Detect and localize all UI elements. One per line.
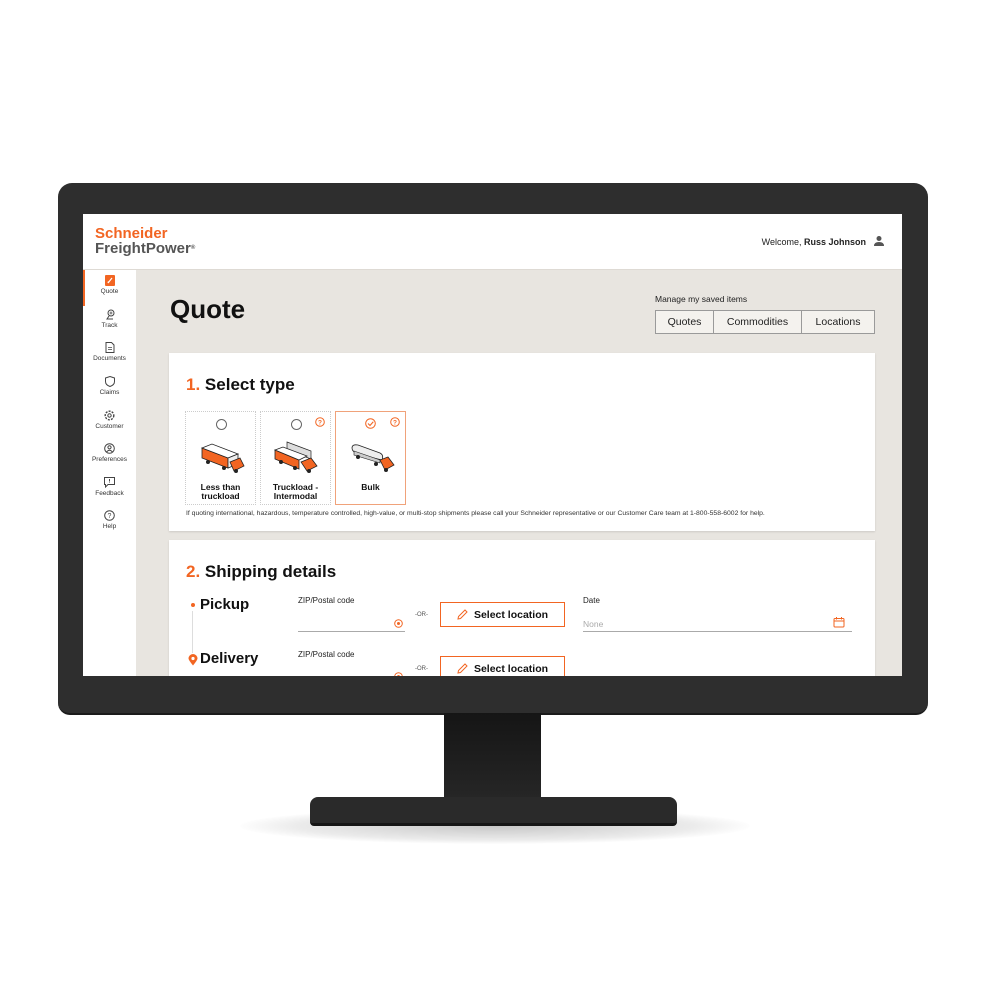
calendar-icon[interactable] — [833, 616, 845, 628]
svg-text:?: ? — [318, 420, 322, 427]
or-separator: -OR- — [415, 612, 428, 618]
shield-icon — [104, 376, 115, 387]
location-target-icon[interactable] — [394, 672, 403, 676]
welcome-prefix: Welcome, — [761, 237, 804, 247]
date-underline — [583, 631, 852, 632]
pickup-select-location-button[interactable]: Select location — [440, 602, 565, 627]
delivery-zip-label: ZIP/Postal code — [298, 650, 355, 659]
sidebar-item-label: Claims — [99, 389, 120, 396]
gear-icon — [104, 410, 115, 421]
date-label: Date — [583, 596, 600, 605]
sidebar-item-track[interactable]: Track — [83, 309, 136, 329]
type-option-bulk[interactable]: ? Bulk — [335, 411, 406, 505]
monitor-neck — [444, 713, 541, 798]
step-title: Shipping details — [204, 562, 337, 581]
step-title: Select type — [204, 375, 295, 394]
sidebar-item-customer[interactable]: Customer — [83, 410, 136, 430]
button-label: Select location — [473, 608, 549, 621]
shipping-heading: 2. Shipping details — [186, 562, 336, 582]
sidebar-item-label: Customer — [95, 423, 124, 430]
option-label: Less than truckload — [200, 482, 241, 501]
saved-items-group: Quotes Commodities Locations — [655, 310, 875, 334]
commodities-button[interactable]: Commodities — [714, 310, 802, 334]
option-label: Truckload - Intermodal — [272, 482, 319, 501]
check-circle-icon[interactable] — [365, 418, 376, 429]
app-screen: Schneider FreightPower® Welcome, Russ Jo… — [83, 214, 902, 676]
truck-icon — [273, 441, 318, 473]
pencil-icon — [457, 609, 468, 620]
logo-freightpower: FreightPower — [95, 240, 191, 257]
svg-text:?: ? — [393, 420, 397, 427]
documents-icon — [105, 342, 114, 353]
or-separator: -OR- — [415, 666, 428, 672]
sidebar-item-label: Preferences — [91, 456, 128, 463]
sidebar-item-claims[interactable]: Claims — [83, 376, 136, 396]
help-icon[interactable]: ? — [390, 417, 400, 427]
sidebar-item-label: Help — [102, 523, 117, 530]
sidebar-item-quote[interactable]: Quote — [83, 275, 136, 295]
user-name[interactable]: Russ Johnson — [804, 237, 866, 247]
delivery-label: Delivery — [200, 650, 259, 667]
date-input[interactable]: None — [583, 619, 852, 629]
sidebar-item-documents[interactable]: Documents — [83, 342, 136, 362]
type-option-ltl[interactable]: Less than truckload — [185, 411, 256, 505]
track-icon — [105, 309, 114, 320]
tanker-truck-icon — [351, 444, 395, 472]
help-icon[interactable]: ? — [315, 417, 325, 427]
option-label: Bulk — [361, 482, 380, 492]
sidebar-item-label: Documents — [93, 355, 126, 362]
truck-icon — [200, 443, 245, 473]
logo-schneider: Schneider — [95, 225, 168, 242]
shipping-details-card: 2. Shipping details Pickup Delivery ZIP/… — [169, 540, 875, 676]
sidebar-item-label: Feedback — [95, 490, 124, 497]
welcome-text: Welcome, Russ Johnson — [762, 237, 866, 247]
main-content: Quote Manage my saved items Quotes Commo… — [136, 270, 902, 676]
monitor-base — [310, 797, 677, 826]
profile-icon — [104, 443, 115, 454]
button-label: Select location — [473, 662, 549, 675]
quotes-button[interactable]: Quotes — [655, 310, 714, 334]
pickup-zip-label: ZIP/Postal code — [298, 596, 355, 605]
top-bar: Schneider FreightPower® Welcome, Russ Jo… — [83, 214, 902, 270]
monitor-chin — [58, 676, 928, 715]
radio-button[interactable] — [291, 419, 302, 430]
delivery-select-location-button[interactable]: Select location — [440, 656, 565, 676]
help-icon: ? — [104, 510, 115, 521]
feedback-icon — [104, 477, 115, 488]
radio-button[interactable] — [216, 419, 227, 430]
type-option-truckload-intermodal[interactable]: ? Truckload - Intermodal — [260, 411, 331, 505]
quote-icon — [104, 275, 115, 286]
sidebar-item-label: Track — [101, 322, 118, 329]
logo[interactable]: Schneider FreightPower® — [95, 226, 195, 256]
step-number: 2. — [186, 562, 201, 581]
page-title: Quote — [170, 294, 246, 324]
pickup-dot-icon — [191, 603, 195, 607]
svg-text:?: ? — [108, 513, 112, 520]
sidebar-item-help[interactable]: ? Help — [83, 510, 136, 530]
sidebar: Quote Track Documents Claims Customer Pr… — [83, 270, 136, 676]
select-type-heading: 1. Select type — [186, 375, 295, 395]
pickup-label: Pickup — [200, 596, 250, 613]
location-target-icon[interactable] — [394, 619, 403, 628]
pickup-zip-input[interactable] — [298, 631, 405, 632]
route-line — [192, 611, 193, 653]
pencil-icon — [457, 663, 468, 674]
person-icon[interactable] — [873, 235, 885, 247]
sidebar-item-preferences[interactable]: Preferences — [83, 443, 136, 463]
logo-mark: ® — [190, 245, 196, 251]
locations-button[interactable]: Locations — [802, 310, 875, 334]
step-number: 1. — [186, 375, 201, 394]
sidebar-item-label: Quote — [100, 288, 119, 295]
select-type-card: 1. Select type Less than truckload ? Truc… — [169, 353, 875, 531]
help-note: If quoting international, hazardous, tem… — [186, 510, 765, 517]
saved-items-label: Manage my saved items — [655, 294, 748, 304]
sidebar-item-feedback[interactable]: Feedback — [83, 477, 136, 497]
location-pin-icon — [188, 654, 198, 666]
